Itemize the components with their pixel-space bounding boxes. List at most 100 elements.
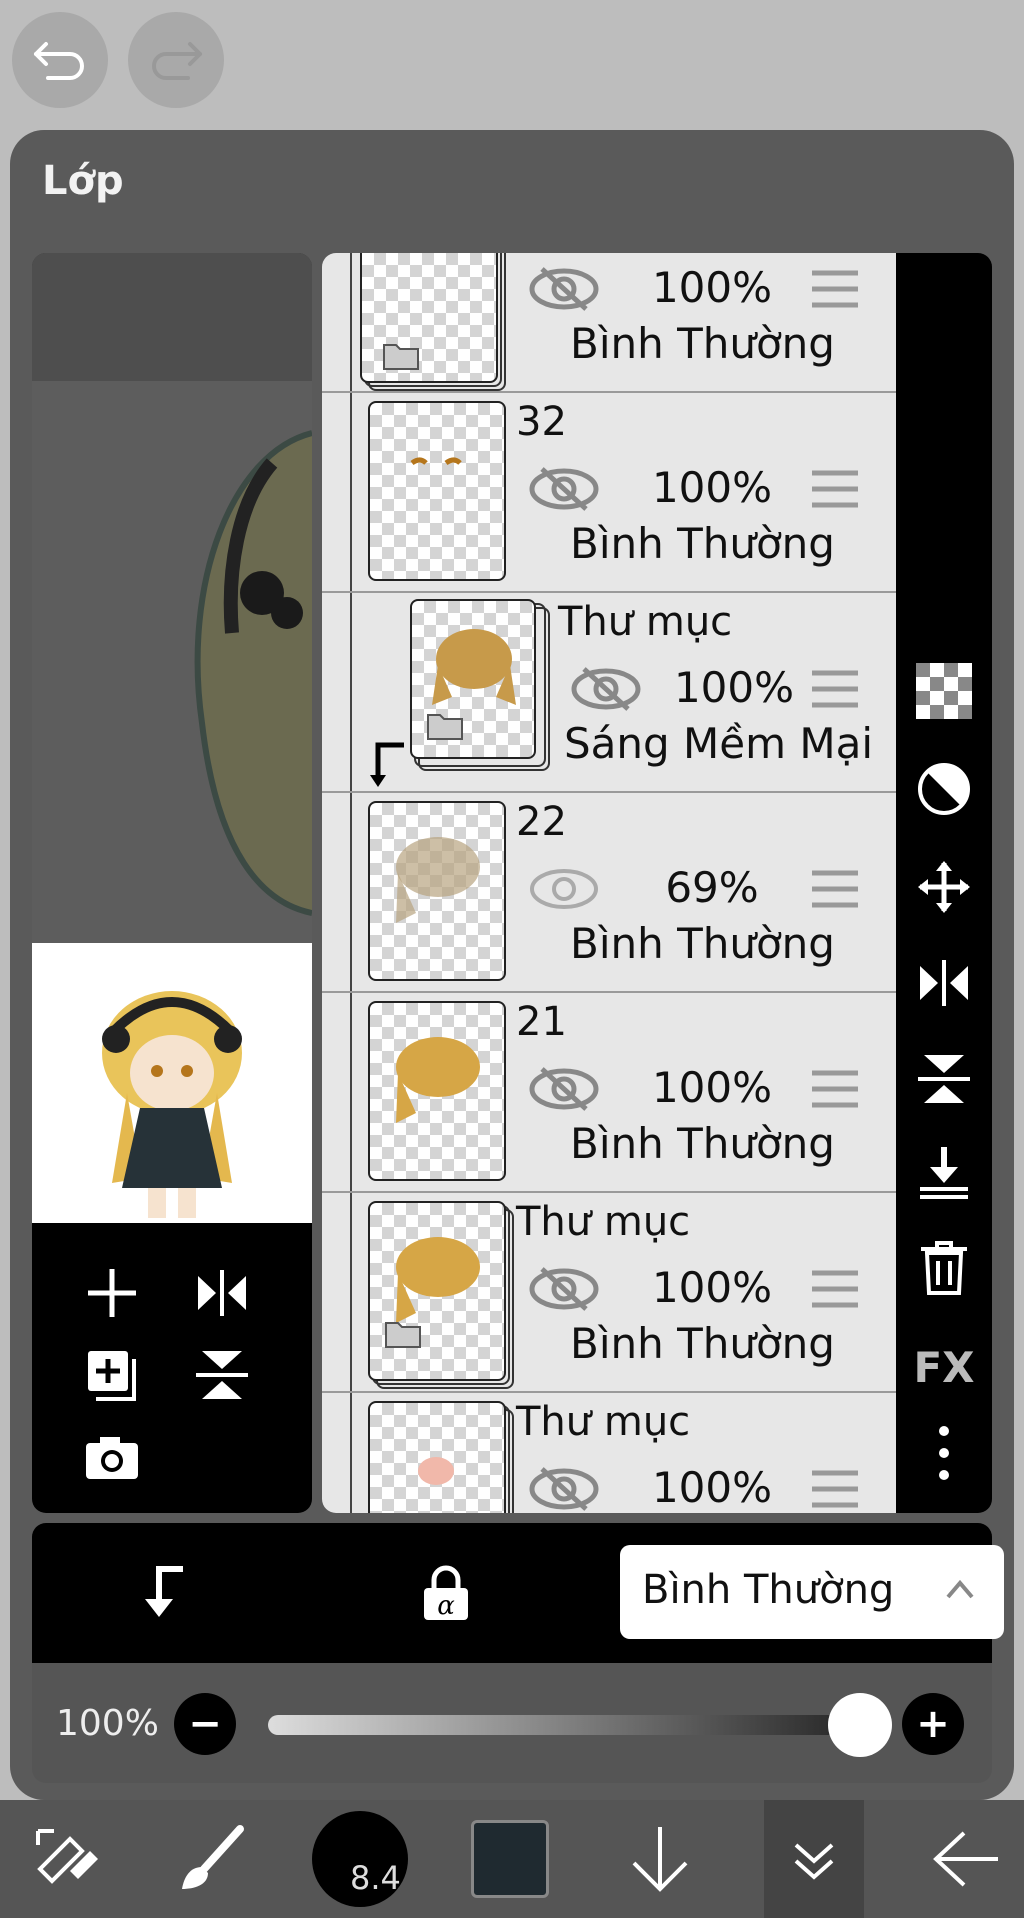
full-image-thumbnail[interactable] (32, 943, 312, 1223)
back-button[interactable] (916, 1800, 1016, 1918)
duplicate-layer-icon (88, 1351, 136, 1401)
layer-item[interactable]: 32 100% Bình Thường (322, 391, 896, 593)
color-button[interactable] (460, 1800, 560, 1918)
opacity-slider-handle[interactable] (828, 1693, 892, 1757)
canvas-preview[interactable] (32, 253, 312, 943)
plus-icon (88, 1269, 136, 1317)
flip-horizontal-icon (198, 1270, 246, 1316)
layer-down-button[interactable] (610, 1800, 710, 1918)
layer-item[interactable]: 22 69% Bình Thường (322, 791, 896, 993)
redo-icon (152, 42, 202, 80)
tool-switch-button[interactable] (16, 1800, 116, 1918)
merge-down-icon (920, 1147, 968, 1199)
flip-vertical-icon (196, 1351, 248, 1399)
opacity-slider-row: 100% − + (32, 1663, 992, 1783)
visibility-icon[interactable] (528, 465, 600, 513)
layer-name: 22 (516, 799, 567, 845)
minus-icon: − (188, 1701, 222, 1747)
layer-opacity: 100% (673, 663, 795, 712)
camera-icon (86, 1437, 138, 1479)
layer-panel-toggle[interactable] (764, 1800, 864, 1918)
flip-horizontal-right-button[interactable] (914, 953, 974, 1013)
layer-blend-mode: Bình Thường (570, 519, 835, 568)
brush-tool-button[interactable] (160, 1800, 260, 1918)
invert-button[interactable] (914, 759, 974, 819)
layer-thumbnail (368, 1201, 506, 1381)
character-thumbnail (102, 991, 242, 1218)
camera-button[interactable] (82, 1427, 142, 1487)
drag-handle-icon[interactable] (810, 869, 860, 909)
brush-size-value: 8.4 (350, 1859, 401, 1897)
folder-icon (383, 344, 419, 370)
svg-text:α: α (437, 1591, 455, 1621)
undo-icon (34, 42, 84, 80)
layer-tools-bar: FX (896, 253, 992, 1513)
drag-handle-icon[interactable] (810, 669, 860, 709)
folder-icon (427, 714, 463, 740)
blend-mode-select[interactable]: Bình Thường (620, 1545, 1004, 1639)
merge-down-button[interactable] (914, 1143, 974, 1203)
opacity-label: 100% (56, 1703, 159, 1744)
layer-name: Thư mục (516, 1399, 691, 1445)
arrow-left-icon (933, 1831, 998, 1887)
flip-vertical-icon (918, 1055, 970, 1103)
opacity-decrease-button[interactable]: − (174, 1693, 236, 1755)
move-button[interactable] (914, 857, 974, 917)
fx-button[interactable]: FX (913, 1337, 974, 1397)
layer-thumbnail (368, 801, 506, 981)
visibility-icon[interactable] (528, 1265, 600, 1313)
layer-item[interactable]: Thư mục 100% Bình Thường (322, 1191, 896, 1393)
layer-blend-mode: Bình Thường (570, 319, 835, 368)
delete-layer-button[interactable] (914, 1237, 974, 1297)
brush-icon (182, 1825, 244, 1889)
layer-name: 32 (516, 399, 567, 445)
visibility-icon[interactable] (528, 1065, 600, 1113)
alpha-lock-icon: α (424, 1565, 468, 1621)
layer-item[interactable]: 100% Bình Thường (322, 253, 896, 393)
drag-handle-icon[interactable] (810, 1269, 860, 1309)
clipping-button[interactable] (132, 1563, 192, 1623)
layer-name: Thư mục (558, 599, 733, 645)
layer-opacity: 100% (651, 1063, 773, 1112)
current-color-swatch (471, 1820, 549, 1898)
more-options-button[interactable] (914, 1423, 974, 1483)
drag-handle-icon[interactable] (810, 269, 860, 309)
layer-blend-mode: Bình Thường (570, 919, 835, 968)
drag-handle-icon[interactable] (810, 469, 860, 509)
visibility-off-icon[interactable] (528, 865, 600, 913)
drag-handle-icon[interactable] (810, 1469, 860, 1509)
undo-button[interactable] (12, 12, 108, 108)
layer-thumbnail (368, 1001, 506, 1181)
visibility-icon[interactable] (570, 665, 642, 713)
flip-horizontal-button[interactable] (192, 1263, 252, 1323)
transparency-lock-button[interactable] (914, 661, 974, 721)
redo-button[interactable] (128, 12, 224, 108)
clipping-arrow-icon (370, 742, 404, 787)
layer-item[interactable]: Thư mục 100% (322, 1391, 896, 1513)
layer-thumbnail (368, 1401, 506, 1513)
alpha-lock-button[interactable]: α (416, 1563, 476, 1623)
add-layer-button[interactable] (82, 1263, 142, 1323)
drag-handle-icon[interactable] (810, 1069, 860, 1109)
move-icon (918, 861, 970, 913)
layer-item[interactable]: 21 100% Bình Thường (322, 991, 896, 1193)
flip-horizontal-icon (920, 960, 968, 1006)
flip-vertical-button[interactable] (192, 1345, 252, 1405)
layer-list[interactable]: 100% Bình Thường 32 100% Bình Thường Thư… (322, 253, 896, 1513)
panel-title: Lớp (42, 158, 124, 204)
layer-thumbnail (360, 253, 498, 383)
chevron-up-icon (946, 1579, 974, 1599)
layer-blend-mode: Bình Thường (570, 1319, 835, 1368)
checkerboard-icon (916, 663, 972, 719)
layer-opacity: 100% (651, 1263, 773, 1312)
brush-size-button[interactable]: 8.4 (300, 1800, 420, 1918)
opacity-increase-button[interactable]: + (902, 1693, 964, 1755)
opacity-slider[interactable] (268, 1715, 868, 1735)
visibility-icon[interactable] (528, 265, 600, 313)
layer-opacity: 100% (651, 1463, 773, 1512)
visibility-icon[interactable] (528, 1465, 600, 1513)
layer-item[interactable]: Thư mục 100% Sáng Mềm Mại (322, 591, 896, 793)
layer-opacity: 100% (651, 463, 773, 512)
duplicate-layer-button[interactable] (82, 1345, 142, 1405)
flip-vertical-right-button[interactable] (914, 1049, 974, 1109)
